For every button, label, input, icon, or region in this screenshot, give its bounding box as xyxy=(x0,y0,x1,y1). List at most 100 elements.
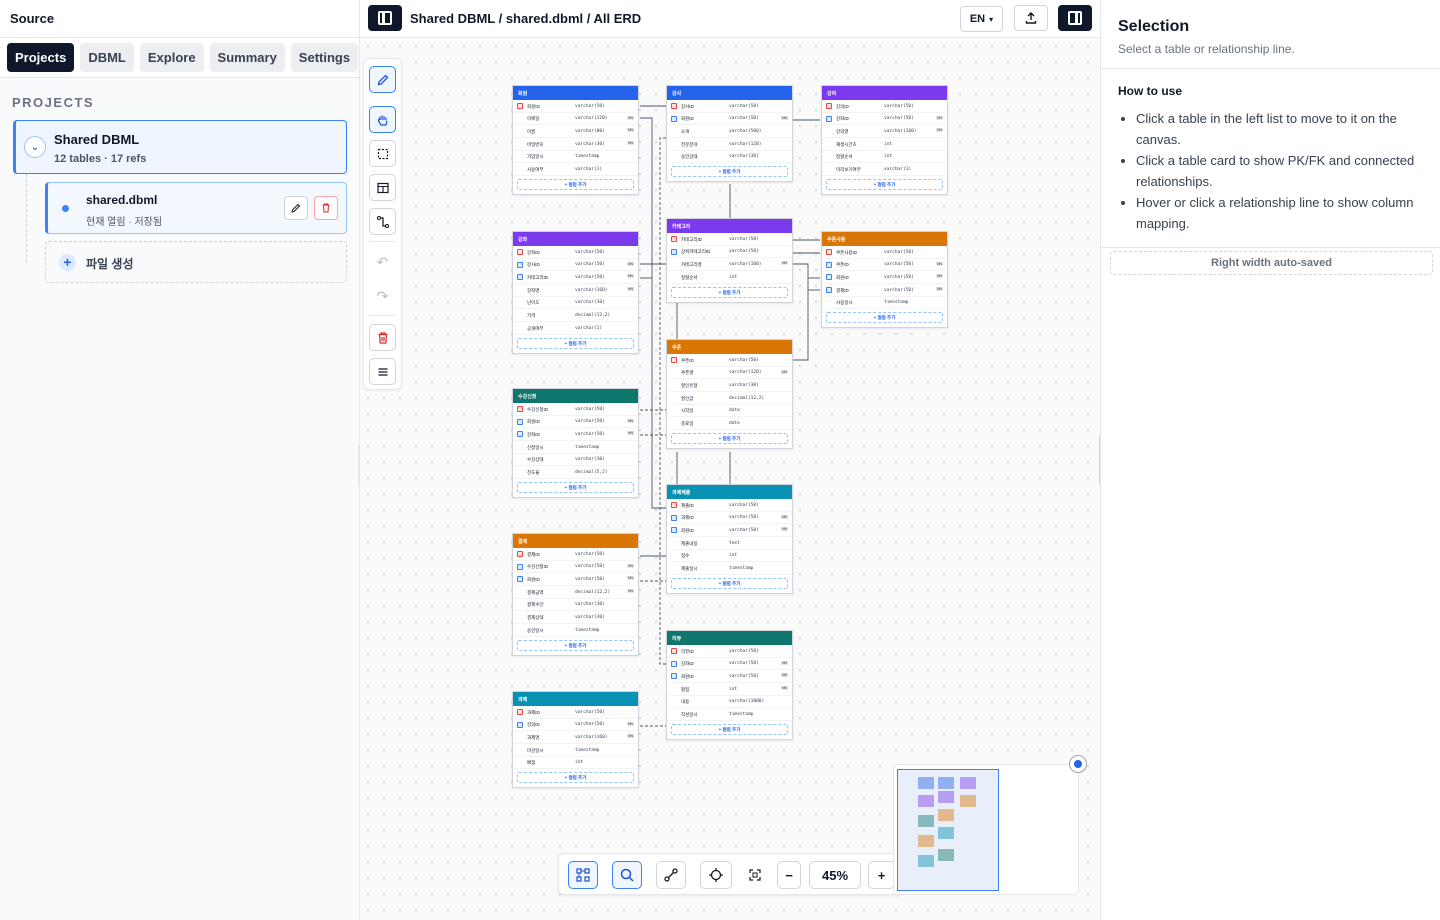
add-column-button[interactable]: + 컬럼 추가 xyxy=(671,433,788,445)
erd-column-row[interactable]: 회원ID varchar(50) NN xyxy=(513,416,638,429)
add-column-button[interactable]: + 컬럼 추가 xyxy=(671,724,788,736)
erd-column-row[interactable]: 상위카테고리ID varchar(50) xyxy=(667,246,792,259)
erd-column-row[interactable]: 과제ID varchar(50) NN xyxy=(667,512,792,525)
erd-column-row[interactable]: 카테고리ID varchar(50) xyxy=(667,233,792,246)
erd-column-row[interactable]: 강의명 varchar(160) NN xyxy=(822,125,947,139)
erd-column-row[interactable]: 시작일 date xyxy=(667,405,792,418)
center-view-button[interactable] xyxy=(700,861,732,889)
search-button[interactable] xyxy=(612,861,642,889)
table-icon[interactable] xyxy=(369,174,396,201)
erd-column-row[interactable]: 결제ID varchar(50) NN xyxy=(822,284,947,297)
erd-column-row[interactable]: 신청일시 timestamp xyxy=(513,441,638,454)
erd-column-row[interactable]: 점수 int xyxy=(667,550,792,563)
erd-table[interactable]: 강사 강사ID varchar(50) 회원ID varchar(50) NN 소개 varc… xyxy=(666,85,793,183)
erd-column-row[interactable]: 재생시간초 int xyxy=(822,138,947,151)
erd-column-row[interactable]: 쿠폰ID varchar(50) xyxy=(667,354,792,367)
erd-column-row[interactable]: 난이도 varchar(30) xyxy=(513,297,638,310)
add-column-button[interactable]: + 컬럼 추가 xyxy=(517,772,634,784)
erd-column-row[interactable]: 쿠폰사용ID varchar(50) xyxy=(822,246,947,259)
toggle-right-panel-button[interactable] xyxy=(1058,5,1092,31)
erd-column-row[interactable]: 회원ID varchar(50) NN xyxy=(667,670,792,684)
select-icon[interactable] xyxy=(369,140,396,167)
erd-table[interactable]: 결제 결제ID varchar(50) 수강신청ID varchar(50) NN 회원ID… xyxy=(512,533,639,656)
erd-column-row[interactable]: 공개여부 varchar(1) xyxy=(513,322,638,335)
erd-column-row[interactable]: 제출ID varchar(50) xyxy=(667,499,792,512)
erd-column-row[interactable]: 비밀번호 varchar(30) NN xyxy=(513,138,638,151)
tab-summary[interactable]: Summary xyxy=(209,43,285,72)
erd-column-row[interactable]: 내용 varchar(1000) xyxy=(667,696,792,709)
toggle-left-panel-button[interactable] xyxy=(368,5,402,31)
zoom-in-button[interactable]: + xyxy=(868,861,895,889)
erd-column-row[interactable]: 강좌ID varchar(50) xyxy=(513,246,638,259)
erd-column-row[interactable]: 회원ID varchar(50) NN xyxy=(667,113,792,126)
project-card[interactable]: ⌄ Shared DBML 12 tables · 17 refs xyxy=(13,120,347,174)
erd-column-row[interactable]: 승인일시 timestamp xyxy=(513,624,638,637)
erd-column-row[interactable]: 이메일 varchar(120) NN xyxy=(513,113,638,126)
language-select[interactable]: EN ▾ xyxy=(960,6,1003,32)
zoom-out-button[interactable]: − xyxy=(777,861,801,889)
minimap-toggle-button[interactable] xyxy=(1069,755,1087,773)
erd-column-row[interactable]: 미리보기여부 varchar(1) xyxy=(822,163,947,177)
erd-column-row[interactable]: 강좌ID varchar(50) NN xyxy=(822,113,947,126)
erd-table[interactable]: 강좌 강좌ID varchar(50) 강사ID varchar(50) NN 카테고리ID… xyxy=(512,231,639,354)
create-file-button[interactable]: + 파일 생성 xyxy=(45,241,347,283)
erd-column-row[interactable]: 마감일시 timestamp xyxy=(513,744,638,757)
add-column-button[interactable]: + 컬럼 추가 xyxy=(671,166,788,178)
hand-icon[interactable] xyxy=(369,106,396,133)
add-column-button[interactable]: + 컬럼 추가 xyxy=(671,286,788,298)
erd-column-row[interactable]: 회원ID varchar(50) NN xyxy=(513,573,638,587)
erd-column-row[interactable]: 정렬순서 int xyxy=(822,151,947,164)
add-column-button[interactable]: + 컬럼 추가 xyxy=(671,578,788,590)
erd-column-row[interactable]: 전문분야 varchar(120) xyxy=(667,138,792,151)
erd-table[interactable]: 수강신청 수강신청ID varchar(50) 회원ID varchar(50) NN 강좌… xyxy=(512,388,639,499)
erd-column-row[interactable]: 회원ID varchar(50) NN xyxy=(822,271,947,285)
erd-column-row[interactable]: 평점 int NN xyxy=(667,683,792,696)
file-card[interactable]: shared.dbml 현재 열림 · 저장됨 xyxy=(45,182,347,234)
erd-column-row[interactable]: 가격 decimal(12,2) xyxy=(513,309,638,323)
erd-column-row[interactable]: 할인유형 varchar(30) xyxy=(667,379,792,393)
erd-column-row[interactable]: 강좌ID varchar(50) NN xyxy=(667,658,792,671)
erd-column-row[interactable]: 회원ID varchar(50) NN xyxy=(667,524,792,538)
erd-column-row[interactable]: 강의ID varchar(50) xyxy=(822,100,947,113)
fit-view-button[interactable] xyxy=(742,861,768,889)
erd-column-row[interactable]: 정렬순서 int xyxy=(667,271,792,284)
rename-file-button[interactable] xyxy=(284,196,308,220)
erd-column-row[interactable]: 종료일 date xyxy=(667,417,792,431)
erd-column-row[interactable]: 카테고리명 varchar(100) NN xyxy=(667,258,792,272)
erd-column-row[interactable]: 수강신청ID varchar(50) NN xyxy=(513,561,638,574)
erd-column-row[interactable]: 강사ID varchar(50) xyxy=(667,100,792,113)
export-button[interactable] xyxy=(1014,5,1048,31)
erd-column-row[interactable]: 수강상태 varchar(30) xyxy=(513,454,638,467)
erd-column-row[interactable]: 작성일시 timestamp xyxy=(667,708,792,722)
tab-explore[interactable]: Explore xyxy=(139,43,204,72)
auto-layout-button[interactable] xyxy=(568,861,598,889)
erd-column-row[interactable]: 결제ID varchar(50) xyxy=(513,548,638,561)
redo-icon[interactable]: ↷ xyxy=(369,283,396,310)
erd-column-row[interactable]: 이름 varchar(80) NN xyxy=(513,125,638,139)
trash-icon[interactable] xyxy=(369,324,396,351)
add-column-button[interactable]: + 컬럼 추가 xyxy=(517,337,634,349)
add-column-button[interactable]: + 컬럼 추가 xyxy=(826,312,943,324)
menu-icon[interactable] xyxy=(369,358,396,385)
erd-column-row[interactable]: 과제명 varchar(160) NN xyxy=(513,731,638,745)
erd-table[interactable]: 쿠폰 쿠폰ID varchar(50) 쿠폰명 varchar(120) NN 할인유형 va… xyxy=(666,339,793,450)
erd-column-row[interactable]: 승인상태 varchar(30) xyxy=(667,151,792,164)
erd-column-row[interactable]: 가입일시 timestamp xyxy=(513,151,638,164)
erd-column-row[interactable]: 결제금액 decimal(12,2) NN xyxy=(513,586,638,599)
erd-column-row[interactable]: 강좌명 varchar(160) NN xyxy=(513,284,638,297)
add-column-button[interactable]: + 컬럼 추가 xyxy=(517,482,634,494)
erd-canvas[interactable]: ↶ ↷ 회원 회원ID varchar(50) 이메일 varchar(120) NN 이름… xyxy=(360,38,1100,920)
erd-column-row[interactable]: 결제상태 varchar(30) xyxy=(513,611,638,625)
erd-column-row[interactable]: 강의ID varchar(50) NN xyxy=(513,719,638,732)
erd-column-row[interactable]: 강사ID varchar(50) NN xyxy=(513,259,638,272)
tab-dbml[interactable]: DBML xyxy=(80,43,134,72)
erd-table[interactable]: 카테고리 카테고리ID varchar(50) 상위카테고리ID varchar(50)… xyxy=(666,218,793,303)
add-column-button[interactable]: + 컬럼 추가 xyxy=(826,179,943,191)
erd-table[interactable]: 리뷰 리뷰ID varchar(50) 강좌ID varchar(50) NN 회원ID va… xyxy=(666,630,793,741)
add-column-button[interactable]: + 컬럼 추가 xyxy=(517,639,634,651)
tab-settings[interactable]: Settings xyxy=(290,43,359,72)
erd-column-row[interactable]: 수강신청ID varchar(50) xyxy=(513,403,638,416)
relation-icon[interactable] xyxy=(369,208,396,235)
erd-column-row[interactable]: 쿠폰ID varchar(50) NN xyxy=(822,259,947,272)
erd-column-row[interactable]: 배점 int xyxy=(513,757,638,770)
